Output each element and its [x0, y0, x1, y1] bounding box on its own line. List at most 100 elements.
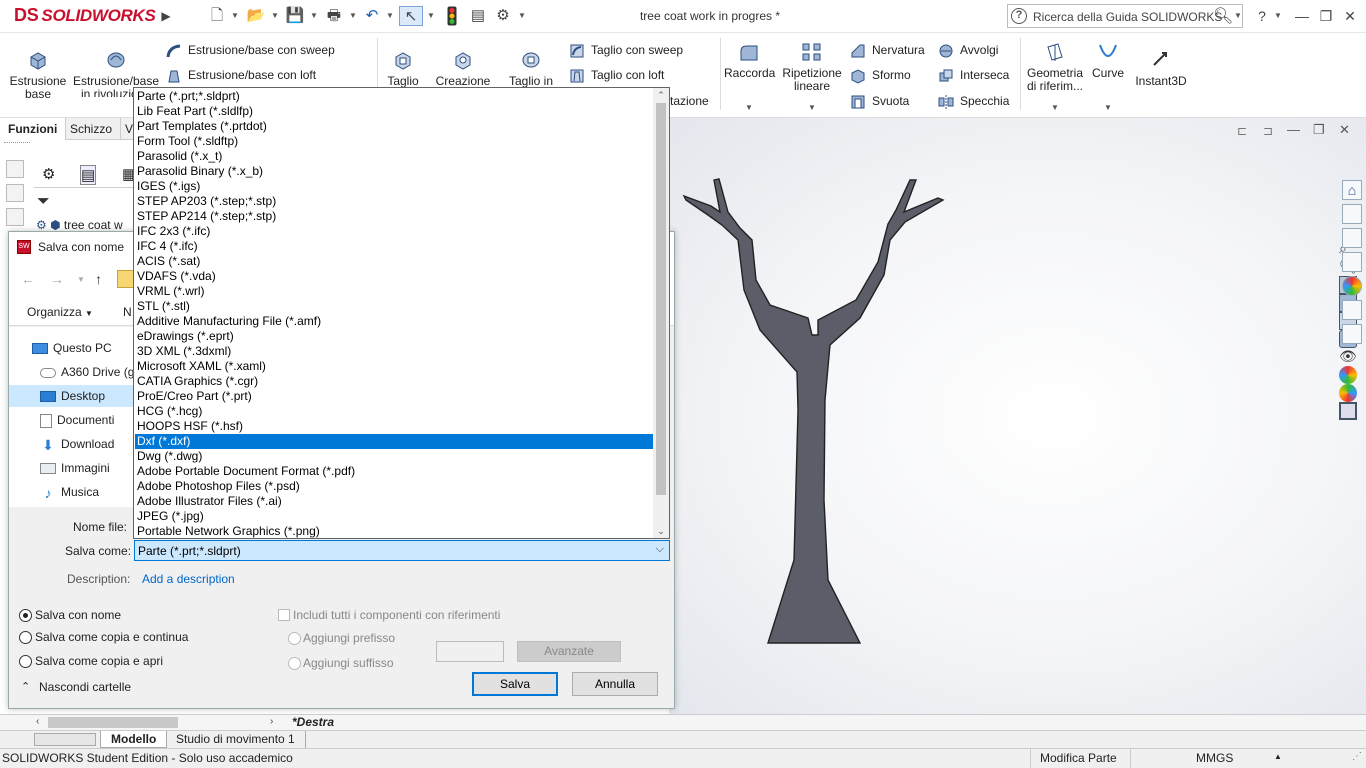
undo-dropdown-icon[interactable]: ▼ — [386, 6, 394, 26]
home-icon[interactable]: ⌂ — [1342, 180, 1362, 200]
sweep-cut-button[interactable]: Taglio con sweep — [569, 41, 683, 59]
new-folder-button[interactable]: N — [123, 305, 132, 319]
fillet-dropdown-icon[interactable]: ▼ — [745, 103, 753, 112]
tree-item-desktop[interactable]: Desktop — [9, 385, 134, 407]
tree-item-this-pc[interactable]: Questo PC — [9, 337, 134, 359]
file-type-option[interactable]: JPEG (*.jpg) — [135, 509, 653, 524]
forward-arrow-icon[interactable]: → — [50, 271, 64, 287]
minimize-icon[interactable]: — — [1290, 6, 1314, 26]
file-type-option[interactable]: Part Templates (*.prtdot) — [135, 119, 653, 134]
tab-features[interactable]: Funzioni — [0, 118, 67, 140]
scroll-right-icon[interactable]: › — [270, 716, 273, 727]
organize-button[interactable]: Organizza ▼ — [27, 305, 93, 319]
scroll-left-icon[interactable]: ‹ — [36, 716, 39, 727]
file-explorer-icon[interactable] — [1342, 228, 1362, 248]
save-icon[interactable]: 💾 — [285, 6, 305, 26]
apply-scene-icon[interactable] — [1339, 384, 1357, 402]
help-search-input[interactable]: Ricerca della Guida SOLIDWORKS — [1033, 10, 1222, 24]
radio-save-copy-continue[interactable] — [19, 631, 32, 644]
scrollbar-thumb[interactable] — [656, 103, 666, 495]
radio-add-prefix[interactable] — [288, 632, 301, 645]
viewport-restore-icon[interactable]: ❐ — [1313, 122, 1325, 138]
file-type-option[interactable]: Adobe Portable Document Format (*.pdf) — [135, 464, 653, 479]
radio-save-as[interactable] — [19, 609, 32, 622]
curves-button[interactable]: Curve ▼ — [1090, 41, 1126, 112]
save-as-type-select[interactable]: Parte (*.prt;*.sldprt) ⌵ — [134, 540, 670, 561]
open-dropdown-icon[interactable]: ▼ — [271, 6, 279, 26]
tab-model[interactable]: Modello — [100, 731, 168, 748]
undo-icon[interactable]: ↶ — [362, 6, 382, 26]
file-type-option[interactable]: IFC 2x3 (*.ifc) — [135, 224, 653, 239]
forum-icon[interactable] — [1342, 324, 1362, 344]
file-type-option[interactable]: Adobe Illustrator Files (*.ai) — [135, 494, 653, 509]
resize-grip-icon[interactable]: ⋰ — [1352, 751, 1362, 762]
viewport-prev-icon[interactable]: ⊏ — [1237, 124, 1247, 138]
select-dropdown-icon[interactable]: ▼ — [427, 6, 435, 26]
save-as-type-dropdown-list[interactable]: Parte (*.prt;*.sldprt) Lib Feat Part (*.s… — [133, 87, 670, 539]
file-type-option[interactable]: IFC 4 (*.ifc) — [135, 239, 653, 254]
pattern-dropdown-icon[interactable]: ▼ — [808, 103, 816, 112]
file-type-option[interactable]: Dwg (*.dwg) — [135, 449, 653, 464]
recent-locations-dropdown-icon[interactable]: ▼ — [77, 275, 85, 284]
file-type-option[interactable]: Parasolid Binary (*.x_b) — [135, 164, 653, 179]
file-type-option[interactable]: HCG (*.hcg) — [135, 404, 653, 419]
viewport-next-icon[interactable]: ⊐ — [1263, 124, 1273, 138]
select-cursor-icon[interactable]: ↖ — [399, 6, 423, 26]
add-description-link[interactable]: Add a description — [142, 572, 235, 586]
custom-properties-icon[interactable] — [1342, 300, 1362, 320]
edit-appearance-icon[interactable] — [1339, 366, 1357, 384]
feature-manager-icon[interactable]: ⚙ — [42, 165, 55, 183]
tree-item-documents[interactable]: Documenti — [9, 409, 134, 431]
search-dropdown-icon[interactable]: ▼ — [1234, 11, 1242, 20]
side-tool-icon[interactable] — [6, 208, 24, 226]
file-type-option[interactable]: STEP AP214 (*.step;*.stp) — [135, 209, 653, 224]
help-dropdown-icon[interactable]: ▼ — [1274, 6, 1282, 26]
prefix-suffix-input[interactable] — [436, 641, 504, 662]
property-manager-icon[interactable]: ▤ — [80, 165, 97, 185]
scroll-down-icon[interactable]: ⌄ — [653, 524, 669, 538]
file-type-option[interactable]: ProE/Creo Part (*.prt) — [135, 389, 653, 404]
file-type-option[interactable]: VDAFS (*.vda) — [135, 269, 653, 284]
draft-button[interactable]: Sformo — [850, 66, 911, 84]
scroll-up-icon[interactable]: ⌃ — [653, 88, 669, 102]
extrude-base-button[interactable]: Estrusione base — [8, 49, 68, 101]
hide-show-items-icon[interactable]: 👁︎ — [1339, 348, 1357, 366]
tab-sketch[interactable]: Schizzo — [62, 118, 122, 140]
rib-button[interactable]: Nervatura — [850, 41, 925, 59]
view-palette-icon[interactable] — [1342, 252, 1362, 272]
fillet-button[interactable]: Raccorda ▼ — [724, 41, 775, 112]
boundary-cut-label[interactable]: tazione — [670, 92, 709, 110]
options-dropdown-icon[interactable]: ▼ — [518, 6, 526, 26]
rebuild-traffic-light-icon[interactable] — [444, 6, 460, 26]
file-type-option[interactable]: 3D XML (*.3dxml) — [135, 344, 653, 359]
radio-save-copy-open[interactable] — [19, 655, 32, 668]
file-type-option[interactable]: IGES (*.igs) — [135, 179, 653, 194]
viewport-close-icon[interactable]: ✕ — [1339, 122, 1350, 138]
options-gear-icon[interactable]: ⚙ — [493, 6, 513, 26]
dropdown-scrollbar[interactable]: ⌃ ⌄ — [653, 88, 669, 538]
filter-icon[interactable]: ⏷ — [37, 193, 50, 211]
radio-add-suffix[interactable] — [288, 657, 301, 670]
file-type-option[interactable]: VRML (*.wrl) — [135, 284, 653, 299]
file-type-option[interactable]: Microsoft XAML (*.xaml) — [135, 359, 653, 374]
file-type-option[interactable]: STL (*.stl) — [135, 299, 653, 314]
menu-expand-arrow-icon[interactable]: ▶ — [159, 5, 173, 27]
panel-grip[interactable] — [4, 142, 30, 146]
viewport-minimize-icon[interactable]: — — [1287, 122, 1300, 137]
view-settings-icon[interactable] — [1339, 402, 1357, 420]
mirror-button[interactable]: Specchia — [938, 92, 1009, 110]
file-type-option[interactable]: Dxf (*.dxf) — [135, 434, 653, 449]
close-icon[interactable]: ✕ — [1338, 6, 1362, 26]
shell-button[interactable]: Svuota — [850, 92, 909, 110]
radio-save-copy-open-label[interactable]: Salva come copia e apri — [35, 654, 163, 668]
ref-geometry-dropdown-icon[interactable]: ▼ — [1051, 103, 1059, 112]
hide-folders-button[interactable]: Nascondi cartelle — [39, 680, 131, 694]
file-type-option[interactable]: Parasolid (*.x_t) — [135, 149, 653, 164]
save-dropdown-icon[interactable]: ▼ — [310, 6, 318, 26]
file-type-option[interactable]: Additive Manufacturing File (*.amf) — [135, 314, 653, 329]
file-type-option[interactable]: Lib Feat Part (*.sldlfp) — [135, 104, 653, 119]
open-folder-icon[interactable]: 📂 — [245, 6, 267, 26]
back-arrow-icon[interactable]: ← — [21, 271, 35, 287]
design-library-icon[interactable] — [1342, 204, 1362, 224]
tree-item-a360-drive[interactable]: A360 Drive (gi — [9, 361, 134, 383]
